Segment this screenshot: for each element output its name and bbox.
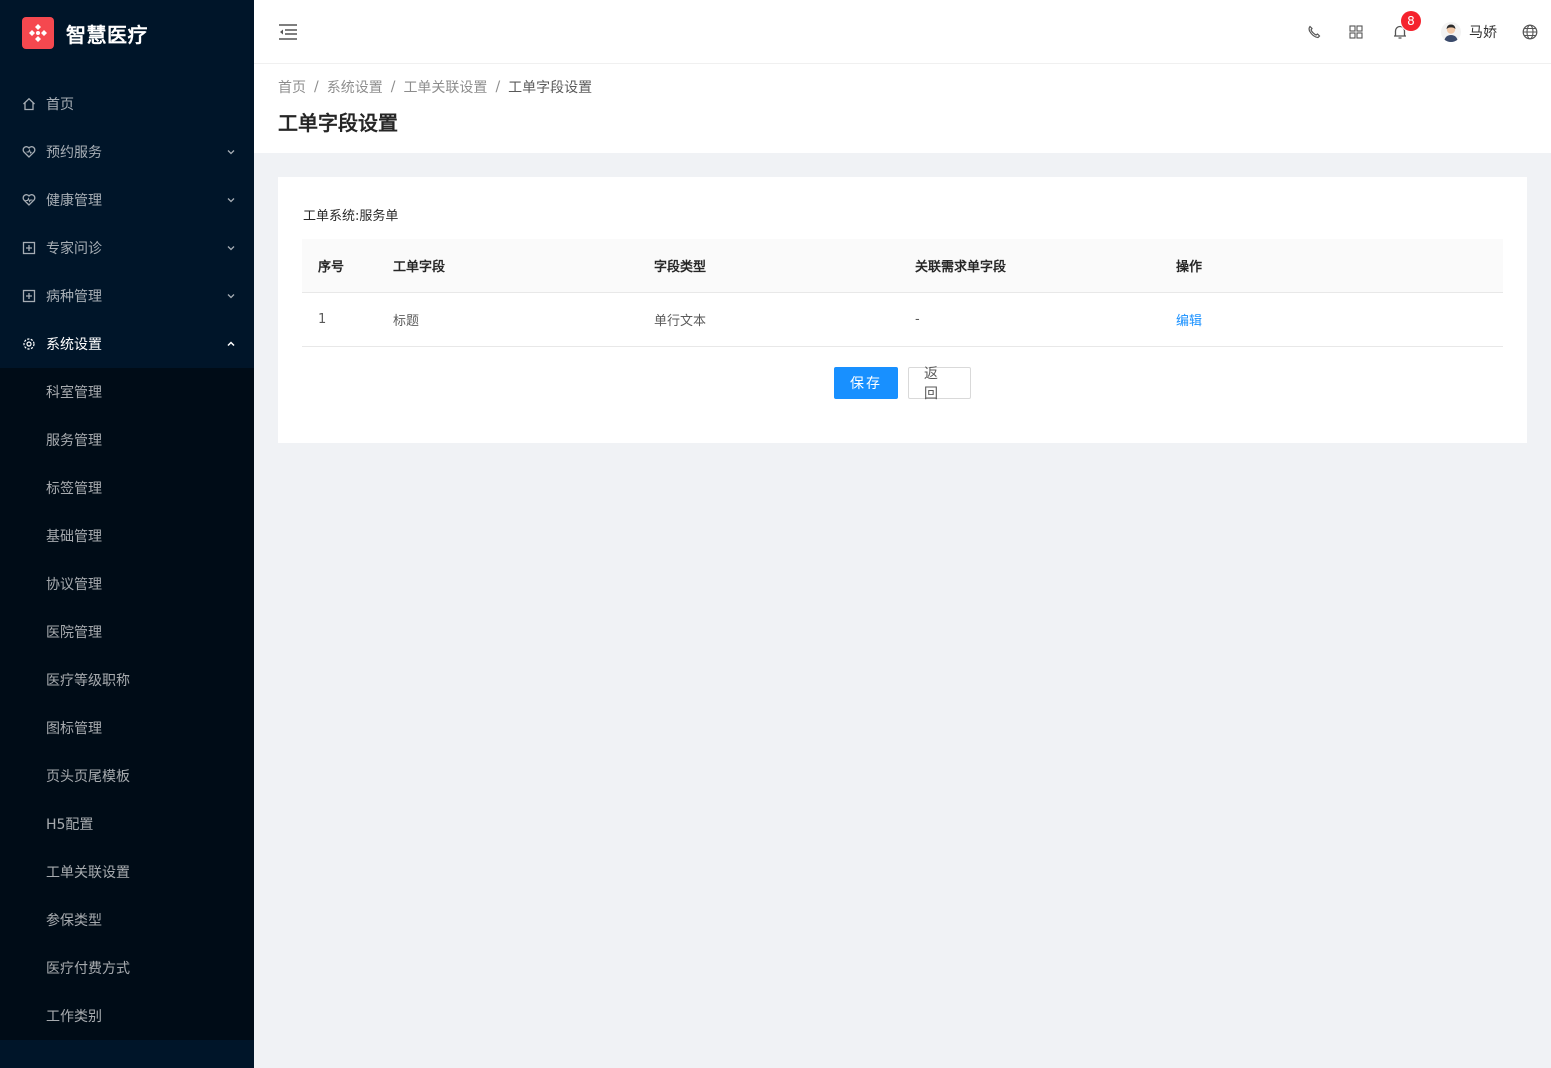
form-actions: 保存 返回 bbox=[834, 366, 971, 402]
workorder-system-label: 工单系统: bbox=[303, 209, 360, 224]
header-actions: 8 马娇 bbox=[1305, 0, 1551, 64]
cell-field: 标题 bbox=[393, 314, 420, 329]
breadcrumb: 首页 / 系统设置 / 工单关联设置 / 工单字段设置 bbox=[278, 78, 1527, 96]
breadcrumb-workorder-link[interactable]: 工单关联设置 bbox=[403, 77, 487, 97]
sidebar-item-label: 病种管理 bbox=[46, 289, 102, 305]
menu-fold-icon[interactable] bbox=[278, 22, 298, 42]
chevron-down-icon bbox=[226, 147, 236, 157]
breadcrumb-settings[interactable]: 系统设置 bbox=[327, 77, 383, 97]
sidebar-subitem-medical-title[interactable]: 医疗等级职称 bbox=[0, 656, 254, 704]
breadcrumb-home[interactable]: 首页 bbox=[278, 77, 306, 97]
top-header: 8 马娇 bbox=[254, 0, 1551, 64]
breadcrumb-separator: / bbox=[314, 79, 319, 95]
username: 马娇 bbox=[1469, 25, 1497, 41]
sidebar-item-home[interactable]: 首页 bbox=[0, 80, 254, 128]
sidebar-item-label: 健康管理 bbox=[46, 193, 102, 209]
sidebar-item-label: 预约服务 bbox=[46, 145, 102, 161]
cell-linked: - bbox=[915, 312, 920, 327]
heart-service-icon bbox=[22, 145, 36, 159]
column-header-type: 字段类型 bbox=[654, 260, 707, 275]
sidebar-subitem-insurance[interactable]: 参保类型 bbox=[0, 896, 254, 944]
field-table: 序号 工单字段 字段类型 关联需求单字段 操作 1 标题 单行文本 - 编辑 bbox=[302, 239, 1503, 347]
save-button[interactable]: 保存 bbox=[834, 367, 898, 399]
column-header-index: 序号 bbox=[318, 260, 345, 275]
chevron-down-icon bbox=[226, 291, 236, 301]
apps-icon[interactable] bbox=[1347, 23, 1365, 41]
home-icon bbox=[22, 97, 36, 111]
sidebar-item-health[interactable]: 健康管理 bbox=[0, 176, 254, 224]
sidebar-item-appointment[interactable]: 预约服务 bbox=[0, 128, 254, 176]
column-header-linked: 关联需求单字段 bbox=[915, 260, 1007, 275]
app-title: 智慧医疗 bbox=[66, 22, 148, 47]
sidebar-subitem-service[interactable]: 服务管理 bbox=[0, 416, 254, 464]
column-header-field: 工单字段 bbox=[393, 260, 446, 275]
globe-icon[interactable] bbox=[1521, 23, 1539, 41]
sidebar-subitem-agreement[interactable]: 协议管理 bbox=[0, 560, 254, 608]
table-row: 1 标题 单行文本 - 编辑 bbox=[302, 293, 1503, 347]
sidebar-item-label: 系统设置 bbox=[46, 337, 102, 353]
chevron-up-icon bbox=[226, 339, 236, 349]
workorder-system-value: 服务单 bbox=[359, 209, 399, 224]
sidebar-item-label: 首页 bbox=[46, 97, 74, 113]
cell-index: 1 bbox=[318, 312, 327, 327]
user-menu[interactable]: 马娇 bbox=[1441, 22, 1497, 42]
sidebar-item-expert[interactable]: 专家问诊 bbox=[0, 224, 254, 272]
breadcrumb-separator: / bbox=[495, 79, 501, 95]
edit-link[interactable]: 编辑 bbox=[1176, 314, 1202, 329]
back-button[interactable]: 返回 bbox=[908, 366, 971, 402]
notification-badge: 8 bbox=[1401, 11, 1421, 31]
sidebar-subitem-hospital[interactable]: 医院管理 bbox=[0, 608, 254, 656]
cell-type: 单行文本 bbox=[654, 314, 707, 329]
sidebar-subitem-work-category[interactable]: 工作类别 bbox=[0, 992, 254, 1040]
gear-icon bbox=[22, 337, 36, 351]
breadcrumb-separator: / bbox=[390, 79, 396, 95]
plus-square-icon bbox=[22, 241, 36, 255]
phone-icon[interactable] bbox=[1305, 23, 1323, 41]
workorder-system-line: 工单系统:服务单 bbox=[303, 205, 398, 224]
sidebar-subitem-workorder-link[interactable]: 工单关联设置 bbox=[0, 848, 254, 896]
sidebar-subitem-department[interactable]: 科室管理 bbox=[0, 368, 254, 416]
logo[interactable]: 智慧医疗 bbox=[0, 0, 254, 66]
content-card: 工单系统:服务单 序号 工单字段 字段类型 关联需求单字段 操作 1 标题 单行… bbox=[278, 177, 1527, 443]
sidebar-item-label: 专家问诊 bbox=[46, 241, 102, 257]
heart-pulse-icon bbox=[22, 193, 36, 207]
table-header-row: 序号 工单字段 字段类型 关联需求单字段 操作 bbox=[302, 239, 1503, 293]
sidebar-subitem-h5[interactable]: H5配置 bbox=[0, 800, 254, 848]
breadcrumb-current: 工单字段设置 bbox=[508, 80, 593, 96]
settings-submenu: 科室管理 服务管理 标签管理 基础管理 协议管理 医院管理 医疗等级职称 图标管… bbox=[0, 368, 254, 1040]
sidebar-item-disease[interactable]: 病种管理 bbox=[0, 272, 254, 320]
sidebar-subitem-tag[interactable]: 标签管理 bbox=[0, 464, 254, 512]
avatar bbox=[1441, 22, 1461, 42]
chevron-down-icon bbox=[226, 195, 236, 205]
sidebar-item-settings[interactable]: 系统设置 bbox=[0, 320, 254, 368]
chevron-down-icon bbox=[226, 243, 236, 253]
logo-icon bbox=[22, 17, 54, 49]
sidebar-menu: 首页 预约服务 健康管理 专家问诊 病种管理 系统设置 科室管理 服务管理 标签… bbox=[0, 80, 254, 1040]
sidebar-subitem-basic[interactable]: 基础管理 bbox=[0, 512, 254, 560]
column-header-action: 操作 bbox=[1176, 260, 1203, 275]
sidebar: 智慧医疗 首页 预约服务 健康管理 专家问诊 病种管理 系统设置 科室管理 服务… bbox=[0, 0, 254, 1068]
sidebar-subitem-header-footer[interactable]: 页头页尾模板 bbox=[0, 752, 254, 800]
notification-bell[interactable]: 8 bbox=[1391, 11, 1421, 41]
page-header: 首页 / 系统设置 / 工单关联设置 / 工单字段设置 工单字段设置 bbox=[254, 64, 1551, 153]
sidebar-subitem-payment[interactable]: 医疗付费方式 bbox=[0, 944, 254, 992]
plus-square-icon bbox=[22, 289, 36, 303]
sidebar-subitem-icon[interactable]: 图标管理 bbox=[0, 704, 254, 752]
page-title: 工单字段设置 bbox=[278, 111, 398, 135]
